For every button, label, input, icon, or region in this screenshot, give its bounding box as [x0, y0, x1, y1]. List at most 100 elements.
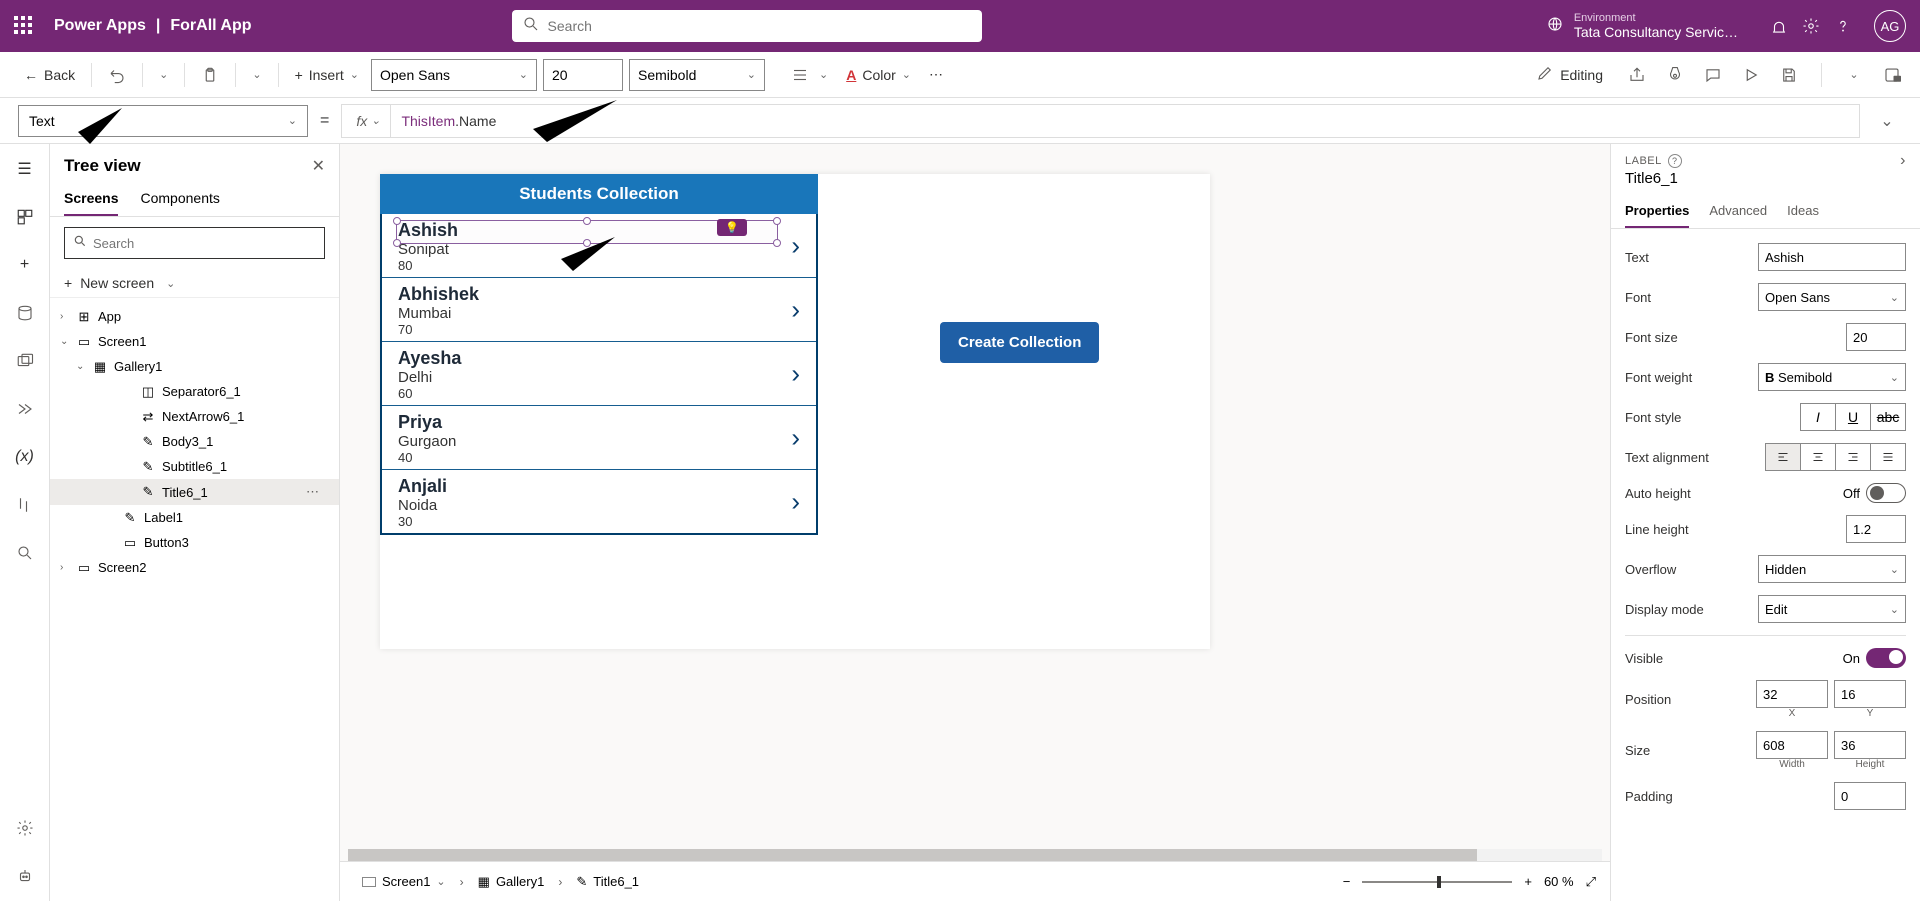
- color-button[interactable]: A Color ⌄: [840, 63, 917, 87]
- props-tab-advanced[interactable]: Advanced: [1709, 195, 1767, 228]
- create-collection-button[interactable]: Create Collection: [940, 322, 1099, 363]
- prop-visible-toggle[interactable]: On: [1843, 648, 1906, 668]
- close-panel-icon[interactable]: ✕: [312, 156, 325, 176]
- gallery-row[interactable]: AnjaliNoida30›: [382, 470, 816, 533]
- notifications-icon[interactable]: [1768, 15, 1790, 37]
- rail-settings-icon[interactable]: [14, 817, 36, 839]
- tree-item-screen1[interactable]: ⌄▭Screen1: [50, 329, 339, 354]
- gallery-control[interactable]: AshishSonipat80›AbhishekMumbai70›AyeshaD…: [380, 214, 818, 535]
- rail-tree-view-icon[interactable]: [14, 206, 36, 228]
- formula-input[interactable]: ThisItem.Name: [391, 105, 1859, 137]
- new-screen-button[interactable]: + New screen ⌄: [50, 269, 339, 298]
- save-dropdown[interactable]: ⌄: [1844, 65, 1864, 85]
- prop-font-select[interactable]: Open Sans⌄: [1758, 283, 1906, 311]
- tree-item-separator6_1[interactable]: ◫Separator6_1: [50, 379, 339, 404]
- back-button[interactable]: ← Back: [18, 63, 81, 87]
- rail-insert-icon[interactable]: +: [14, 254, 36, 276]
- app-canvas[interactable]: Students Collection AshishSonipat80›Abhi…: [380, 174, 1210, 649]
- prop-size-w-input[interactable]: [1756, 731, 1828, 759]
- horizontal-scrollbar[interactable]: [348, 849, 1602, 861]
- editing-mode-button[interactable]: Editing: [1530, 60, 1609, 89]
- next-arrow-icon[interactable]: ›: [791, 294, 800, 325]
- expand-formula-button[interactable]: ⌄: [1872, 111, 1902, 131]
- more-formatting-button[interactable]: ⋯: [923, 62, 949, 87]
- align-button[interactable]: ⌄: [785, 62, 834, 88]
- tree-search-input[interactable]: [93, 236, 316, 251]
- align-center-button[interactable]: [1800, 443, 1836, 471]
- search-input[interactable]: [548, 18, 972, 34]
- prop-overflow-select[interactable]: Hidden⌄: [1758, 555, 1906, 583]
- prop-fontsize-input[interactable]: [1846, 323, 1906, 351]
- font-family-select[interactable]: Open Sans⌄: [371, 59, 537, 91]
- canvas-area[interactable]: Students Collection AshishSonipat80›Abhi…: [340, 144, 1610, 901]
- align-left-button[interactable]: [1765, 443, 1801, 471]
- rail-variables-icon[interactable]: (x): [14, 446, 36, 468]
- gallery-row[interactable]: AyeshaDelhi60›: [382, 342, 816, 406]
- tree-item-body3_1[interactable]: ✎Body3_1: [50, 429, 339, 454]
- strikethrough-button[interactable]: abc: [1870, 403, 1906, 431]
- tree-item-nextarrow6_1[interactable]: ⇄NextArrow6_1: [50, 404, 339, 429]
- tree-item-screen2[interactable]: ›▭Screen2: [50, 555, 339, 580]
- paste-dropdown[interactable]: ⌄: [246, 64, 267, 85]
- undo-button[interactable]: [102, 62, 132, 88]
- fx-label[interactable]: fx⌄: [342, 105, 391, 137]
- font-size-input[interactable]: [543, 59, 623, 91]
- tree-item-gallery1[interactable]: ⌄▦Gallery1: [50, 354, 339, 379]
- publish-icon[interactable]: [1882, 65, 1902, 85]
- prop-displaymode-select[interactable]: Edit⌄: [1758, 595, 1906, 623]
- breadcrumb-gallery1[interactable]: ▦Gallery1: [470, 870, 553, 894]
- breadcrumb-title6-1[interactable]: ✎Title6_1: [568, 870, 647, 894]
- gallery-row[interactable]: PriyaGurgaon40›: [382, 406, 816, 470]
- user-avatar[interactable]: AG: [1874, 10, 1906, 42]
- paste-button[interactable]: [195, 62, 225, 88]
- next-arrow-icon[interactable]: ›: [791, 486, 800, 517]
- prop-size-h-input[interactable]: [1834, 731, 1906, 759]
- rail-advanced-tools-icon[interactable]: [14, 494, 36, 516]
- font-weight-select[interactable]: Semibold⌄: [629, 59, 765, 91]
- align-justify-button[interactable]: [1870, 443, 1906, 471]
- prop-fontweight-select[interactable]: B Semibold⌄: [1758, 363, 1906, 391]
- ideas-badge-icon[interactable]: 💡: [717, 219, 747, 236]
- environment-icon[interactable]: [1546, 15, 1564, 38]
- rail-media-icon[interactable]: [14, 350, 36, 372]
- rail-virtual-agent-icon[interactable]: [14, 865, 36, 887]
- tree-item-label1[interactable]: ✎Label1: [50, 505, 339, 530]
- preview-play-icon[interactable]: [1741, 65, 1761, 85]
- zoom-in-button[interactable]: +: [1524, 874, 1532, 889]
- tree-item-subtitle6_1[interactable]: ✎Subtitle6_1: [50, 454, 339, 479]
- prop-lineheight-input[interactable]: [1846, 515, 1906, 543]
- tree-item-button3[interactable]: ▭Button3: [50, 530, 339, 555]
- rail-data-icon[interactable]: [14, 302, 36, 324]
- next-arrow-icon[interactable]: ›: [791, 422, 800, 453]
- prop-pad-input[interactable]: [1834, 782, 1906, 810]
- prop-pos-x-input[interactable]: [1756, 680, 1828, 708]
- tree-item-title6_1[interactable]: ✎Title6_1⋯: [50, 479, 339, 505]
- control-name-label[interactable]: Title6_1: [1611, 168, 1920, 195]
- rail-search-icon[interactable]: [14, 542, 36, 564]
- zoom-out-button[interactable]: −: [1343, 874, 1351, 889]
- rail-hamburger-icon[interactable]: ☰: [14, 158, 36, 180]
- props-tab-properties[interactable]: Properties: [1625, 195, 1689, 228]
- app-checker-icon[interactable]: [1665, 65, 1685, 85]
- next-arrow-icon[interactable]: ›: [791, 358, 800, 389]
- italic-button[interactable]: I: [1800, 403, 1836, 431]
- props-tab-ideas[interactable]: Ideas: [1787, 195, 1819, 228]
- app-launcher-icon[interactable]: [14, 16, 34, 36]
- save-icon[interactable]: [1779, 65, 1799, 85]
- help-icon[interactable]: ?: [1668, 154, 1682, 168]
- insert-button[interactable]: + Insert ⌄: [289, 63, 365, 87]
- rail-power-automate-icon[interactable]: [14, 398, 36, 420]
- panel-expand-icon[interactable]: ›: [1900, 152, 1906, 170]
- undo-dropdown[interactable]: ⌄: [153, 64, 174, 85]
- prop-text-input[interactable]: [1758, 243, 1906, 271]
- tab-screens[interactable]: Screens: [64, 182, 118, 216]
- property-selector[interactable]: Text ⌄: [18, 105, 308, 137]
- fit-to-window-icon[interactable]: ⤢: [1586, 874, 1596, 890]
- comments-icon[interactable]: [1703, 65, 1723, 85]
- global-search[interactable]: [512, 10, 982, 42]
- tree-item-app[interactable]: ›⊞App: [50, 304, 339, 329]
- next-arrow-icon[interactable]: ›: [791, 230, 800, 261]
- help-icon[interactable]: [1832, 15, 1854, 37]
- tree-search[interactable]: [64, 227, 325, 259]
- zoom-slider[interactable]: [1362, 881, 1512, 883]
